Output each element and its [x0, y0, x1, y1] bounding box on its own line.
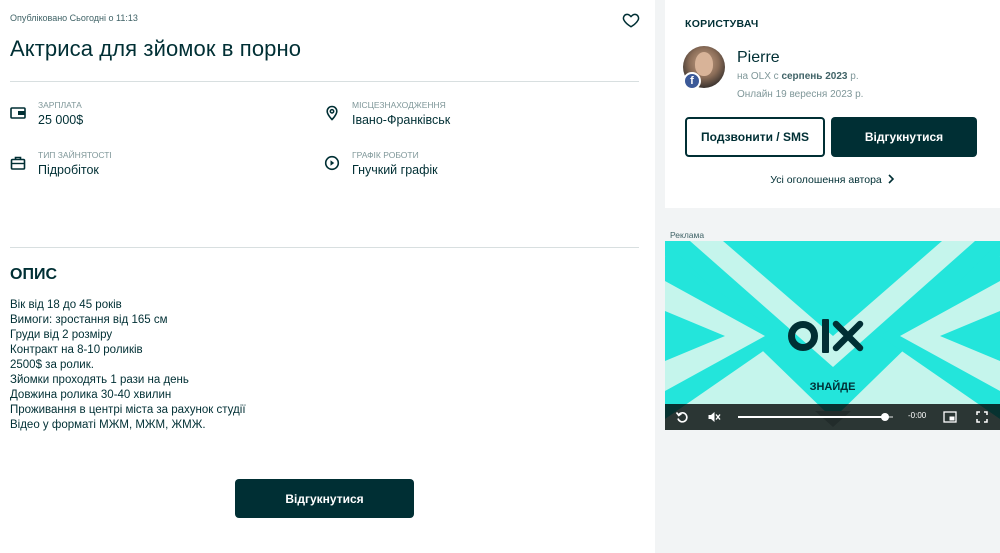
all-author-ads-link[interactable]: Усі оголошення автора [665, 174, 1000, 186]
description-line: Відео у форматі МЖМ, МЖМ, ЖМЖ. [10, 419, 206, 431]
briefcase-icon [10, 156, 26, 170]
mute-icon[interactable] [707, 410, 721, 424]
description-line: Груди від 2 розміру [10, 329, 113, 341]
fullscreen-icon[interactable] [976, 411, 988, 423]
wallet-icon [10, 107, 26, 119]
description-heading: ОПИС [10, 266, 57, 283]
video-time: -0:00 [908, 411, 927, 420]
description-line: Зйомки проходять 1 рази на день [10, 374, 189, 386]
param-label: ЗАРПЛАТА [38, 100, 82, 110]
clock-icon [324, 155, 340, 171]
respond-button[interactable]: Відгукнутися [235, 479, 414, 518]
since-suffix: р. [850, 71, 859, 82]
facebook-icon: f [683, 72, 701, 90]
param-label: МІСЦЕЗНАХОДЖЕННЯ [352, 100, 446, 110]
published-date: Опубліковано Сьогодні о 11:13 [10, 13, 138, 23]
listing-title: Актриса для зйомок в порно [10, 36, 302, 61]
divider [10, 247, 639, 248]
param-label: ГРАФІК РОБОТИ [352, 150, 419, 160]
description-line: Проживання в центрі міста за рахунок сту… [10, 404, 246, 416]
user-heading: КОРИСТУВАЧ [685, 18, 759, 30]
param-value: 25 000$ [38, 113, 84, 127]
user-member-since: на OLX с серпень 2023 р. [737, 71, 859, 82]
progress-fill [738, 416, 886, 418]
user-respond-button[interactable]: Відгукнутися [831, 117, 977, 157]
heart-icon[interactable] [622, 11, 640, 29]
param-value: Івано-Франківськ [352, 113, 451, 127]
user-name[interactable]: Pierre [737, 49, 780, 67]
ad-label: Реклама [670, 230, 705, 240]
olx-logo [788, 319, 864, 353]
param-label: ТИП ЗАЙНЯТОСТІ [38, 150, 112, 160]
description-text: Вік від 18 до 45 років Вимоги: зростання… [10, 298, 510, 433]
avatar-face [695, 52, 713, 76]
ad-tagline: ЗНАЙДЕ [809, 381, 856, 393]
user-last-online: Онлайн 19 вересня 2023 р. [737, 89, 864, 100]
call-sms-button[interactable]: Подзвонити / SMS [685, 117, 825, 157]
progress-handle[interactable] [881, 413, 890, 421]
user-card: КОРИСТУВАЧ f Pierre на OLX с серпень 202… [665, 0, 1000, 208]
since-value: серпень 2023 [781, 71, 848, 82]
param-value: Підробіток [38, 163, 99, 177]
description-line: 2500$ за ролик. [10, 359, 94, 371]
since-prefix: на OLX с [737, 71, 779, 82]
description-line: Вік від 18 до 45 років [10, 299, 122, 311]
all-ads-label: Усі оголошення автора [770, 174, 882, 186]
param-value: Гнучкий графік [352, 163, 438, 177]
divider [10, 81, 639, 82]
video-controls: -0:00 [665, 404, 1000, 430]
description-line: Довжина ролика 30-40 хвилин [10, 389, 172, 401]
map-pin-icon [326, 105, 338, 121]
chevron-right-icon [888, 174, 894, 184]
description-line: Контракт на 8-10 роликів [10, 344, 143, 356]
picture-in-picture-icon[interactable] [943, 411, 957, 423]
listing-panel: Опубліковано Сьогодні о 11:13 Актриса дл… [0, 0, 655, 553]
ad-video[interactable]: ЗНАЙДЕ -0:00 [665, 241, 1000, 430]
replay-icon[interactable] [675, 410, 689, 424]
description-line: Вимоги: зростання від 165 см [10, 314, 168, 326]
progress-track[interactable] [738, 413, 893, 421]
